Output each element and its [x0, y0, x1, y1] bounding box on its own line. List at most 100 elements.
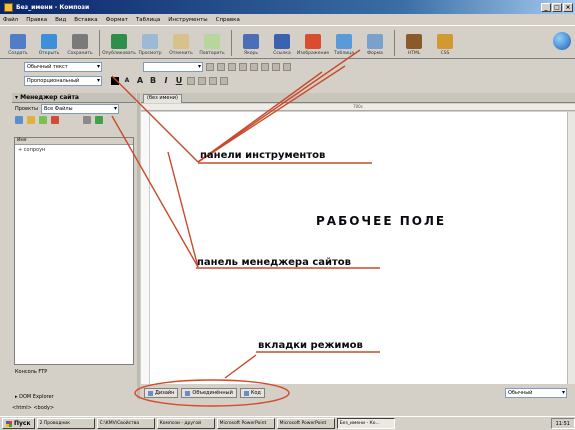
toolbar-button[interactable]: Изображение — [296, 34, 330, 56]
toolbar-button-label: Просмотр — [138, 51, 162, 56]
minimize-icon[interactable]: _ — [541, 2, 551, 12]
toolbar-button[interactable]: Форма — [361, 34, 389, 56]
font-select[interactable]: Пропорциональный — [24, 76, 102, 86]
menu-tools[interactable]: Инструменты — [168, 17, 207, 23]
taskbar-task[interactable]: Без_имени - Ко... — [336, 418, 395, 429]
site-tree-header[interactable]: Имя — [15, 138, 133, 145]
site-tree[interactable]: Имя + сопроун — [14, 137, 134, 365]
menu-format[interactable]: Формат — [106, 17, 128, 23]
text-color-icon[interactable] — [111, 77, 119, 85]
maximize-icon[interactable]: □ — [552, 2, 562, 12]
font-larger-icon[interactable]: A — [135, 76, 145, 86]
project-row: Проекты Все Файлы — [12, 103, 136, 114]
italic-button[interactable]: I — [161, 76, 171, 86]
tab-design[interactable]: Дизайн — [144, 388, 179, 398]
taskbar-task[interactable]: Microsoft PowerPoint — [276, 418, 335, 429]
toolbar-button[interactable]: Якорь — [237, 34, 265, 56]
vertical-scrollbar[interactable] — [567, 112, 575, 384]
refresh-icon[interactable] — [83, 116, 91, 124]
toolbar-button-label: Якорь — [243, 51, 259, 56]
delete-site-icon[interactable] — [51, 116, 59, 124]
toolbar-button-icon — [142, 34, 158, 49]
toolbar-button[interactable]: Сохранить — [66, 34, 94, 56]
toolbar-button-label: Открыть — [38, 51, 60, 56]
toolbar-button[interactable]: Повторить — [198, 34, 226, 56]
underline-button[interactable]: U — [174, 76, 184, 86]
toolbar-button-label: Таблица — [334, 51, 354, 56]
code-icon — [243, 390, 249, 396]
toolbar-button-icon — [336, 34, 352, 49]
browser-globe-icon[interactable] — [553, 32, 571, 50]
toolbar-button-icon — [72, 34, 88, 49]
toolbar-button-icon — [41, 34, 57, 49]
taskbar-task[interactable]: Компози - другой — [156, 418, 215, 429]
menu-file[interactable]: Файл — [3, 17, 18, 23]
indent2-icon[interactable] — [220, 77, 228, 85]
toolbar-button[interactable]: Отменить — [167, 34, 195, 56]
title-bar: Без_имени - Компози _ □ × — [0, 0, 575, 14]
connect-icon[interactable] — [95, 116, 103, 124]
paragraph-style-select[interactable]: Обычный текст — [24, 61, 102, 72]
document-tab[interactable]: (без имени) — [143, 94, 182, 103]
ruler: 700с — [141, 104, 575, 111]
project-select[interactable]: Все Файлы — [40, 103, 119, 114]
new-folder-icon[interactable] — [27, 116, 35, 124]
indent-icon[interactable] — [239, 62, 247, 71]
menu-view[interactable]: Вид — [55, 17, 66, 23]
numbers-icon[interactable] — [198, 77, 206, 85]
bullets-icon[interactable] — [187, 77, 195, 85]
site-tree-item[interactable]: + сопроун — [15, 147, 133, 153]
align-center-icon[interactable] — [261, 62, 269, 71]
toolbar-button-label: Сохранить — [67, 51, 93, 56]
menu-table[interactable]: Таблица — [136, 17, 160, 23]
panel-splitter[interactable] — [137, 93, 140, 399]
toolbar-button-icon — [274, 34, 290, 49]
toolbar-button-icon — [305, 34, 321, 49]
toolbar-button[interactable]: Опубликовать — [102, 34, 136, 56]
menu-insert[interactable]: Вставка — [74, 17, 97, 23]
tab-combined[interactable]: Объединённый — [181, 388, 237, 398]
taskbar-task[interactable]: 2 Проводник — [36, 418, 95, 429]
window-controls: _ □ × — [541, 2, 573, 12]
toolbar-button-label: Создать — [8, 51, 28, 56]
menu-help[interactable]: Справка — [216, 17, 240, 23]
site-manager-panel: ▾ Менеджер сайта Проекты Все Файлы Имя +… — [12, 93, 136, 393]
toolbar-button-label: Изображение — [296, 51, 330, 56]
numbered-list-icon[interactable] — [217, 62, 225, 71]
heading-select[interactable] — [143, 61, 203, 72]
menu-bar: Файл Правка Вид Вставка Формат Таблица И… — [0, 14, 575, 25]
toolbar-button[interactable]: Ссылка — [268, 34, 296, 56]
justify-icon[interactable] — [283, 62, 291, 71]
toolbar-button[interactable]: Открыть — [35, 34, 63, 56]
outdent2-icon[interactable] — [209, 77, 217, 85]
toolbar-button-icon — [204, 34, 220, 49]
menu-edit[interactable]: Правка — [26, 17, 47, 23]
toolbar-button[interactable]: HTML — [400, 34, 428, 56]
bold-button[interactable]: B — [148, 76, 158, 86]
toolbar-button[interactable]: Таблица — [330, 34, 358, 56]
taskbar-task[interactable]: Microsoft PowerPoint — [216, 418, 275, 429]
annotation-site-manager: панель менеджера сайтов — [197, 257, 351, 268]
toolbar-button-icon — [437, 34, 453, 49]
align-left-icon[interactable] — [250, 62, 258, 71]
font-smaller-icon[interactable]: A — [122, 76, 132, 86]
outdent-icon[interactable] — [228, 62, 236, 71]
toolbar-button[interactable]: CSS — [431, 34, 459, 56]
format-toolbar-2: Пропорциональный A A B I U — [0, 74, 575, 88]
new-site-icon[interactable] — [15, 116, 23, 124]
toolbar-button[interactable]: Просмотр — [136, 34, 164, 56]
edit-site-icon[interactable] — [39, 116, 47, 124]
format-toolbar-1: Обычный текст — [0, 60, 575, 73]
ftp-console-label[interactable]: Консоль FTP — [12, 369, 47, 375]
document-tab-bar: (без имени) — [141, 93, 575, 103]
align-right-icon[interactable] — [272, 62, 280, 71]
dom-explorer-panel[interactable]: ▸ DOM Explorer — [12, 393, 136, 402]
zoom-select[interactable]: Обычный — [505, 388, 567, 398]
start-button[interactable]: Пуск — [2, 418, 35, 429]
taskbar-task[interactable]: C:\KMV\Свойства — [96, 418, 155, 429]
toolbar-button[interactable]: Создать — [4, 34, 32, 56]
list-icon[interactable] — [206, 62, 214, 71]
annotation-mode-tabs: вкладки режимов — [258, 340, 363, 351]
tab-code[interactable]: Код — [239, 388, 265, 398]
close-icon[interactable]: × — [563, 2, 573, 12]
